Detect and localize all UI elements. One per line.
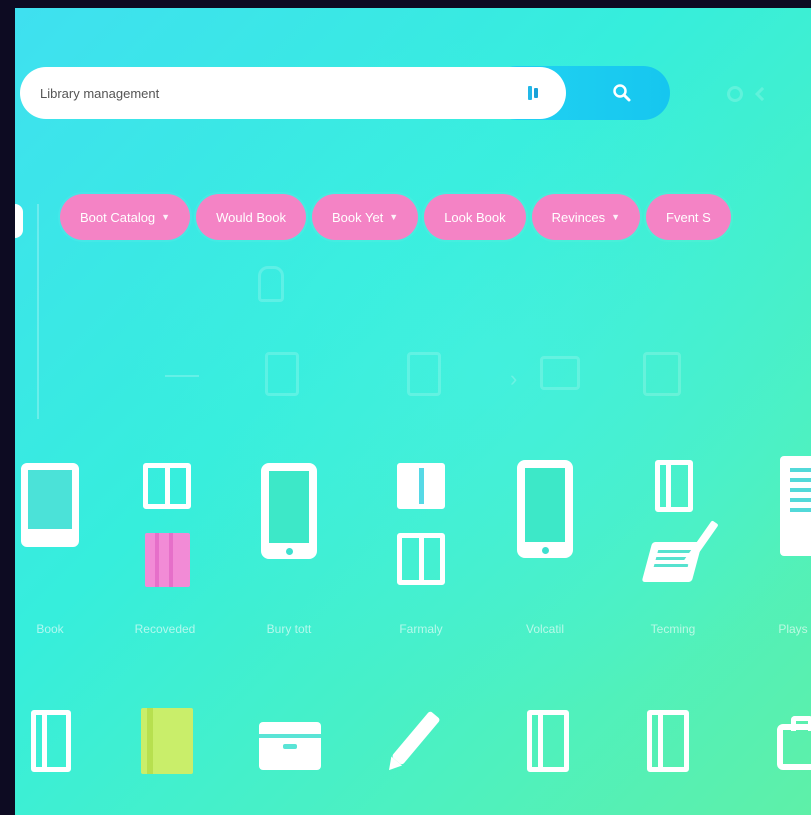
grid-label: Recoveded — [134, 622, 196, 636]
ghost-person-icon — [258, 266, 284, 302]
filter-chip-label: Would Book — [216, 209, 286, 225]
grid-label: Book — [36, 622, 64, 636]
chevron-down-icon: ▼ — [161, 212, 171, 222]
grid-label: Tecming — [650, 622, 696, 636]
yellow-binder-icon[interactable] — [141, 708, 193, 774]
document-icon[interactable] — [780, 456, 811, 556]
grid-label: Plays — [778, 622, 808, 636]
grid-label: Farmaly — [399, 622, 443, 636]
book-icon[interactable] — [647, 710, 689, 772]
search-input[interactable] — [20, 67, 566, 119]
header-actions — [727, 86, 770, 102]
book-icon[interactable] — [655, 460, 693, 512]
settings-icon[interactable] — [727, 86, 743, 102]
chevron-down-icon: ▼ — [611, 212, 621, 222]
grid-label: Bury tott — [266, 622, 312, 636]
archive-box-icon[interactable] — [259, 722, 321, 770]
ghost-book-icon — [265, 352, 299, 396]
filter-chip-would-book[interactable]: Would Book — [196, 194, 306, 240]
filter-chip-label: Boot Catalog — [80, 209, 156, 225]
filter-chip-label: Look Book — [444, 209, 506, 225]
voice-search-icon[interactable] — [528, 83, 546, 103]
ghost-book-open-icon — [643, 352, 681, 396]
sidebar-toggle[interactable] — [15, 204, 23, 238]
filter-chip-book-yet[interactable]: Book Yet ▼ — [311, 194, 419, 240]
sidebar-divider — [37, 204, 39, 419]
app-panel: Boot Catalog ▼ Would Book Book Yet ▼ Loo… — [15, 8, 811, 815]
arrow-right-icon — [165, 375, 199, 377]
book-icon[interactable] — [527, 710, 569, 772]
open-book-icon[interactable] — [397, 533, 445, 585]
ghost-book-icon — [407, 352, 441, 396]
filter-chip-fvent[interactable]: Fvent S — [646, 194, 731, 240]
grid-label: Volcatil — [525, 622, 565, 636]
search-bar — [20, 66, 670, 120]
filter-chip-label: Revinces — [551, 209, 606, 225]
filter-chip-label: Book Yet — [331, 209, 384, 225]
chevron-down-icon: ▼ — [389, 212, 399, 222]
open-book-filled-icon[interactable] — [397, 463, 445, 509]
book-icon[interactable] — [31, 710, 71, 772]
filter-chip-boot-catalog[interactable]: Boot Catalog ▼ — [60, 194, 191, 240]
pink-binder-icon[interactable] — [145, 533, 190, 587]
phone-icon[interactable] — [261, 463, 317, 559]
phone-icon[interactable] — [517, 460, 573, 558]
book-reader-icon[interactable] — [21, 463, 79, 547]
open-book-icon[interactable] — [143, 463, 191, 509]
search-icon — [613, 84, 631, 102]
back-icon[interactable] — [754, 86, 770, 102]
briefcase-icon[interactable] — [777, 716, 811, 770]
chevron-right-icon: › — [510, 366, 518, 391]
filter-chips: Boot Catalog ▼ Would Book Book Yet ▼ Loo… — [60, 194, 731, 240]
filter-chip-look-book[interactable]: Look Book — [424, 194, 526, 240]
filter-chip-revinces[interactable]: Revinces ▼ — [531, 194, 641, 240]
pencil-icon[interactable] — [391, 710, 441, 766]
ghost-box-icon — [540, 356, 580, 390]
filter-chip-label: Fvent S — [666, 209, 711, 225]
